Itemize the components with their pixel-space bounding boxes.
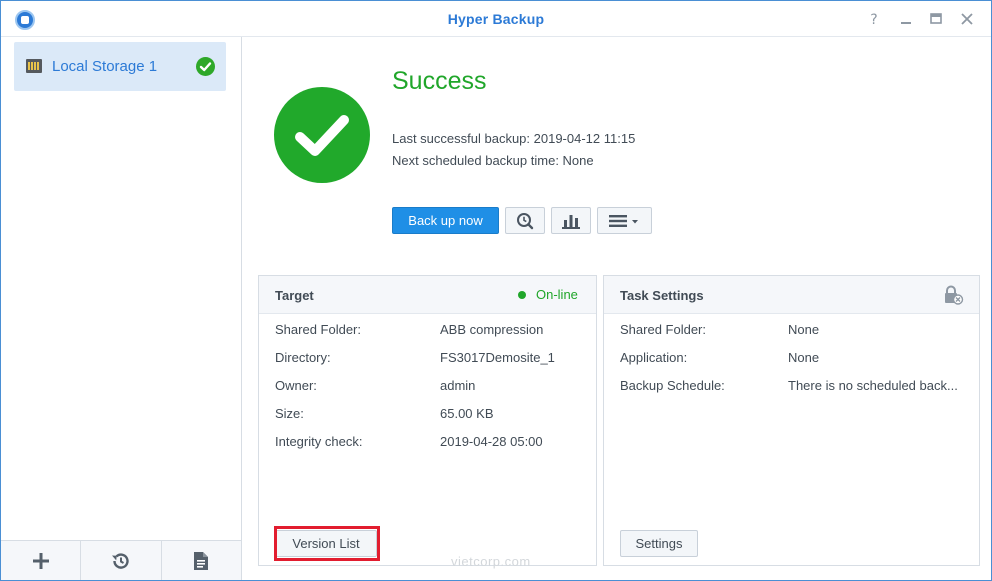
- success-check-icon: [196, 57, 215, 76]
- task-row-label: Backup Schedule:: [620, 378, 725, 393]
- bar-chart-icon: [562, 214, 580, 229]
- target-panel: Target On-line Shared Folder: ABB compre…: [258, 275, 597, 566]
- local-storage-icon: [26, 59, 42, 73]
- task-row-label: Application:: [620, 350, 688, 365]
- sidebar-item-local-storage-1[interactable]: Local Storage 1: [14, 42, 226, 91]
- target-panel-title: Target: [275, 288, 314, 303]
- annotation-highlight-box: [274, 526, 380, 561]
- target-row-value: ABB compression: [440, 322, 544, 337]
- task-row-value: None: [788, 350, 820, 365]
- task-row-label: Shared Folder:: [620, 322, 706, 337]
- task-row-value: There is no scheduled back...: [788, 378, 958, 393]
- log-button[interactable]: [162, 541, 241, 580]
- window-title: Hyper Backup: [447, 11, 545, 27]
- last-backup-text: Last successful backup: 2019-04-12 11:15: [392, 131, 636, 146]
- title-bar: Hyper Backup ?: [1, 1, 991, 37]
- target-row-value: admin: [440, 378, 476, 393]
- sidebar: Local Storage 1: [1, 37, 242, 580]
- back-up-now-button[interactable]: Back up now: [392, 207, 499, 234]
- task-settings-panel: Task Settings Shared Folder: None Applic…: [603, 275, 980, 566]
- watermark-text: vietcorp.com: [451, 554, 531, 569]
- target-row-value: 65.00 KB: [440, 406, 494, 421]
- close-icon[interactable]: [958, 10, 976, 28]
- success-status-icon: [274, 87, 370, 183]
- target-panel-header: Target On-line: [259, 276, 596, 314]
- more-actions-button[interactable]: [597, 207, 652, 234]
- target-row-label: Directory:: [275, 350, 331, 365]
- online-status-dot: [518, 291, 526, 299]
- status-title: Success: [392, 67, 487, 95]
- plus-icon: [32, 553, 49, 569]
- restore-button[interactable]: [81, 541, 162, 580]
- caret-down-icon: [632, 219, 638, 223]
- sidebar-toolbar: [1, 540, 241, 580]
- clock-search-icon: [517, 212, 534, 229]
- next-backup-text: Next scheduled backup time: None: [392, 153, 594, 168]
- backup-history-button[interactable]: [505, 207, 545, 234]
- hamburger-menu-icon: [609, 214, 627, 227]
- target-row-value: 2019-04-28 05:00: [440, 434, 543, 449]
- main-panel: Success Last successful backup: 2019-04-…: [243, 37, 991, 580]
- target-row-label: Shared Folder:: [275, 322, 361, 337]
- restore-history-icon: [111, 553, 129, 569]
- target-row-label: Owner:: [275, 378, 317, 393]
- target-row-label: Integrity check:: [275, 434, 363, 449]
- target-row-value: FS3017Demosite_1: [440, 350, 555, 365]
- add-task-button[interactable]: [1, 541, 82, 580]
- log-document-icon: [194, 552, 209, 570]
- online-status-text: On-line: [536, 287, 578, 302]
- sidebar-item-label: Local Storage 1: [52, 58, 158, 75]
- task-row-value: None: [788, 322, 820, 337]
- task-settings-panel-header: Task Settings: [604, 276, 979, 314]
- lock-icon[interactable]: [942, 285, 964, 305]
- settings-button[interactable]: Settings: [620, 530, 698, 557]
- task-settings-panel-title: Task Settings: [620, 288, 704, 303]
- statistics-button[interactable]: [551, 207, 591, 234]
- help-icon[interactable]: ?: [865, 10, 883, 28]
- maximize-icon[interactable]: [927, 10, 945, 28]
- minimize-icon[interactable]: [897, 10, 915, 28]
- svg-text:?: ?: [870, 12, 877, 28]
- target-row-label: Size:: [275, 406, 304, 421]
- hyper-backup-window: Hyper Backup ? Local Storage 1 Success L…: [0, 0, 992, 581]
